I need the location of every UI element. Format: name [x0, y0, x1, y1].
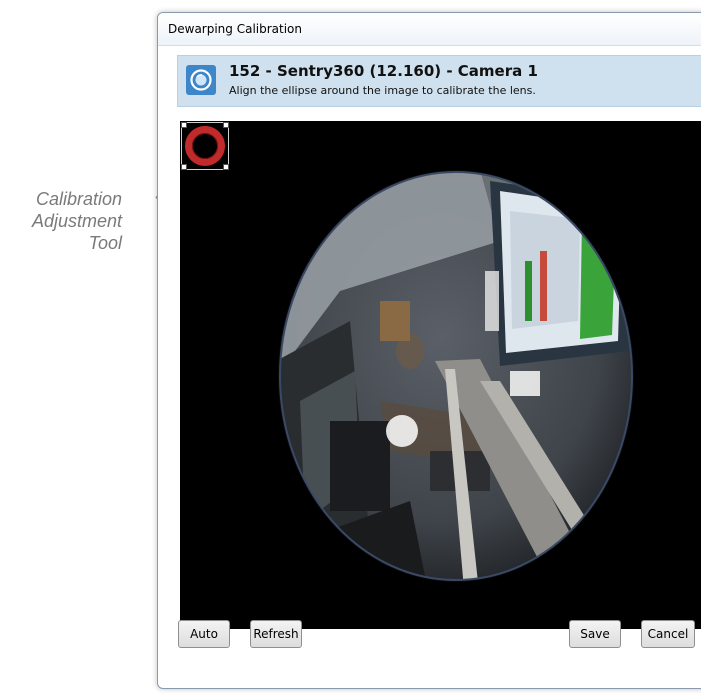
fisheye-image — [278, 170, 634, 582]
window-title: Dewarping Calibration — [168, 22, 303, 36]
camera-lens-icon — [186, 65, 216, 95]
save-button[interactable]: Save — [569, 620, 621, 648]
refresh-button[interactable]: Refresh — [250, 620, 302, 648]
resize-handle-bottom-left[interactable] — [181, 164, 187, 170]
auto-button[interactable]: Auto — [178, 620, 230, 648]
calibration-viewer[interactable] — [180, 121, 701, 629]
camera-instructions: Align the ellipse around the image to ca… — [229, 84, 536, 97]
dewarping-calibration-dialog: Dewarping Calibration 152 - Sentry360 (1… — [157, 12, 701, 689]
callout-label: Calibration Adjustment Tool — [0, 188, 122, 254]
callout-line-1: Calibration — [35, 189, 122, 209]
callout-line-3: Tool — [88, 233, 122, 253]
calibration-adjustment-tool[interactable] — [181, 122, 229, 170]
resize-handle-bottom-right[interactable] — [223, 164, 229, 170]
callout-line-2: Adjustment — [31, 211, 122, 231]
resize-handle-top-right[interactable] — [223, 122, 229, 128]
calibration-ellipse-icon — [185, 126, 225, 166]
cancel-button[interactable]: Cancel — [641, 620, 695, 648]
camera-title: 152 - Sentry360 (12.160) - Camera 1 — [229, 62, 538, 80]
resize-handle-top-left[interactable] — [181, 122, 187, 128]
camera-banner: 152 - Sentry360 (12.160) - Camera 1 Alig… — [177, 55, 701, 107]
title-bar[interactable]: Dewarping Calibration — [158, 13, 701, 46]
